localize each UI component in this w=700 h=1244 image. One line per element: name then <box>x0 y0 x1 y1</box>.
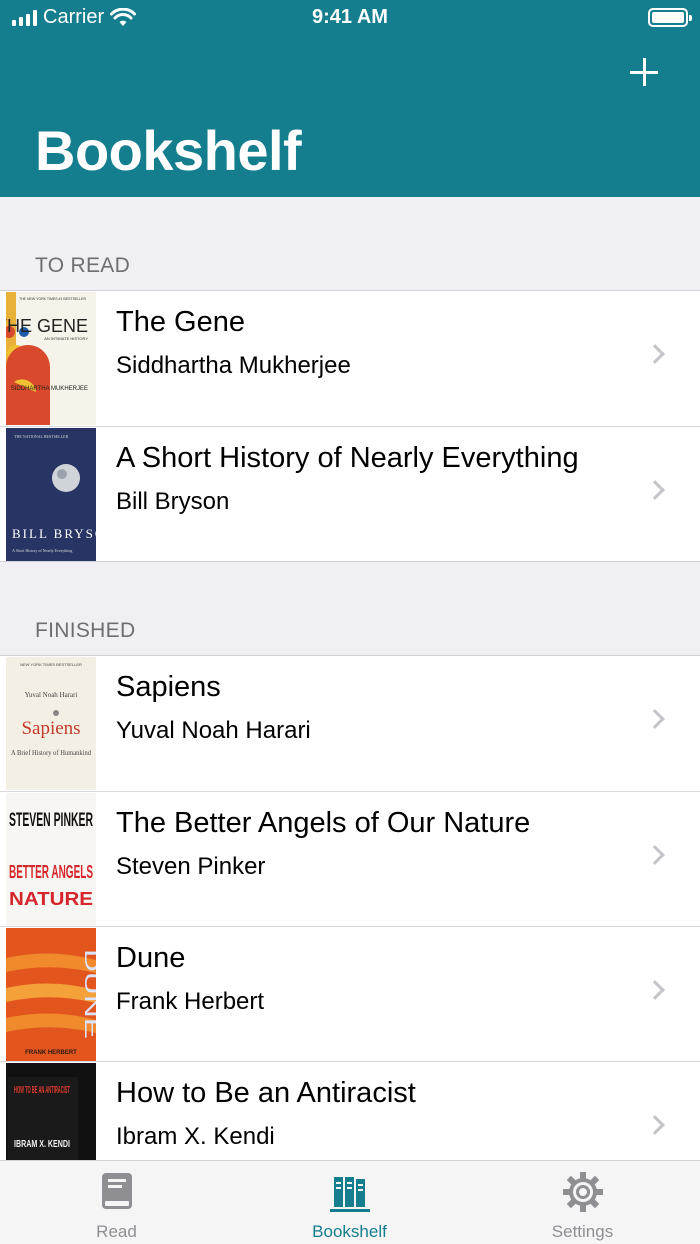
book-row[interactable]: NEW YORK TIMES BESTSELLER Yuval Noah Har… <box>0 656 700 791</box>
svg-text:THE NEW YORK TIMES #1 BESTSELL: THE NEW YORK TIMES #1 BESTSELLER <box>19 297 86 301</box>
bookshelf-icon <box>329 1177 370 1212</box>
book-author: Siddhartha Mukherjee <box>116 352 351 379</box>
svg-text:THE NATIONAL BESTSELLER: THE NATIONAL BESTSELLER <box>14 434 69 439</box>
tab-bookshelf-label: Bookshelf <box>312 1222 387 1241</box>
tab-read[interactable]: Read <box>0 1161 233 1244</box>
book-cover-short-history: THE NATIONAL BESTSELLER BILL BRYSON A Sh… <box>6 428 96 561</box>
book-row[interactable]: STEVEN PINKER BETTER ANGELS NATURE The B… <box>0 791 700 926</box>
book-list-finished: NEW YORK TIMES BESTSELLER Yuval Noah Har… <box>0 655 700 1160</box>
svg-text:HOW TO BE AN ANTIRACIST: HOW TO BE AN ANTIRACIST <box>14 1085 70 1096</box>
tab-settings[interactable]: Settings <box>466 1161 699 1244</box>
svg-text:BILL BRYSON: BILL BRYSON <box>12 526 96 541</box>
chevron-right-icon <box>645 980 665 1000</box>
battery-icon <box>648 8 692 27</box>
book-cover-antiracist: HOW TO BE AN ANTIRACIST IBRAM X. KENDI <box>6 1063 96 1160</box>
svg-text:Sapiens: Sapiens <box>21 718 80 739</box>
book-author: Bill Bryson <box>116 488 230 515</box>
svg-text:IBRAM X. KENDI: IBRAM X. KENDI <box>14 1139 70 1150</box>
gear-icon <box>562 1172 603 1212</box>
chevron-right-icon <box>645 709 665 729</box>
svg-text:NATURE: NATURE <box>9 889 93 909</box>
svg-text:THE GENE: THE GENE <box>6 316 88 336</box>
tab-settings-label: Settings <box>551 1222 614 1241</box>
chevron-right-icon <box>645 344 665 364</box>
svg-text:DUNE: DUNE <box>80 949 96 1039</box>
book-row[interactable]: DUNE FRANK HERBERT Dune Frank Herbert <box>0 926 700 1061</box>
svg-text:NEW YORK TIMES BESTSELLER: NEW YORK TIMES BESTSELLER <box>20 662 82 667</box>
book-title: The Gene <box>116 306 245 338</box>
book-title: Dune <box>116 942 186 974</box>
book-list-to-read: THE NEW YORK TIMES #1 BESTSELLER THE GEN… <box>0 290 700 562</box>
status-bar: Carrier 9:41 AM <box>0 0 700 36</box>
svg-text:A Short History of Nearly Ever: A Short History of Nearly Everything <box>12 548 72 553</box>
svg-text:A Brief History of Humankind: A Brief History of Humankind <box>11 749 91 757</box>
navigation-header: Carrier 9:41 AM Bookshelf <box>0 0 700 197</box>
book-cover-the-gene: THE NEW YORK TIMES #1 BESTSELLER THE GEN… <box>6 292 96 425</box>
book-row[interactable]: THE NATIONAL BESTSELLER BILL BRYSON A Sh… <box>0 426 700 561</box>
book-cover-dune: DUNE FRANK HERBERT <box>6 928 96 1061</box>
chevron-right-icon <box>645 480 665 500</box>
svg-text:FRANK HERBERT: FRANK HERBERT <box>25 1050 77 1056</box>
section-header-finished: FINISHED <box>35 619 136 642</box>
book-cover-sapiens: NEW YORK TIMES BESTSELLER Yuval Noah Har… <box>6 657 96 790</box>
section-header-to-read: TO READ <box>35 254 131 277</box>
book-author: Frank Herbert <box>116 988 265 1015</box>
tab-bookshelf[interactable]: Bookshelf <box>233 1161 466 1244</box>
book-cover-better-angels: STEVEN PINKER BETTER ANGELS NATURE <box>6 793 96 926</box>
book-title: The Better Angels of Our Nature <box>116 807 531 839</box>
status-time: 9:41 AM <box>312 6 388 28</box>
chevron-right-icon <box>645 845 665 865</box>
svg-text:SIDDHARTHA MUKHERJEE: SIDDHARTHA MUKHERJEE <box>11 386 88 392</box>
book-title: Sapiens <box>116 671 221 703</box>
tab-bar: Read Bookshelf Settings <box>0 1160 700 1244</box>
book-author: Ibram X. Kendi <box>116 1123 275 1150</box>
svg-text:AN INTIMATE HISTORY: AN INTIMATE HISTORY <box>44 336 88 341</box>
add-book-button[interactable] <box>624 52 664 92</box>
tab-read-label: Read <box>96 1222 137 1241</box>
chevron-right-icon <box>645 1115 665 1135</box>
svg-text:Yuval Noah Harari: Yuval Noah Harari <box>25 691 78 699</box>
book-row[interactable]: HOW TO BE AN ANTIRACIST IBRAM X. KENDI H… <box>0 1061 700 1160</box>
page-title: Bookshelf <box>35 119 302 182</box>
book-icon <box>101 1173 132 1209</box>
svg-text:BETTER ANGELS: BETTER ANGELS <box>9 862 93 882</box>
book-author: Steven Pinker <box>116 853 266 880</box>
book-title: How to Be an Antiracist <box>116 1077 416 1109</box>
book-author: Yuval Noah Harari <box>116 717 311 744</box>
svg-text:STEVEN PINKER: STEVEN PINKER <box>9 810 93 831</box>
book-title: A Short History of Nearly Everything <box>116 442 579 474</box>
book-row[interactable]: THE NEW YORK TIMES #1 BESTSELLER THE GEN… <box>0 291 700 426</box>
